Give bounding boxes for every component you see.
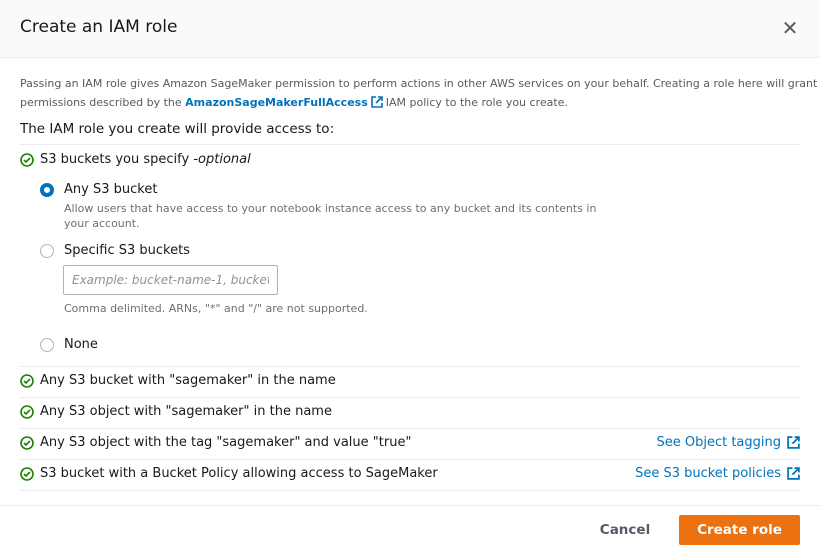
external-link-icon (787, 436, 800, 449)
radio-any-s3-bucket[interactable] (40, 183, 54, 197)
s3-specify-item: S3 buckets you specify - optional (20, 152, 251, 167)
cancel-button[interactable]: Cancel (588, 515, 662, 545)
external-link-icon (370, 96, 383, 108)
item-label: S3 buckets you specify - (40, 152, 199, 167)
description-line-1: Passing an IAM role gives Amazon SageMak… (20, 77, 818, 90)
access-item: Any S3 object with "sagemaker" in the na… (20, 404, 332, 419)
check-circle-icon (20, 152, 34, 167)
item-label: Any S3 object with "sagemaker" in the na… (40, 404, 332, 419)
access-item: Any S3 bucket with "sagemaker" in the na… (20, 373, 336, 388)
check-circle-icon (20, 435, 34, 450)
item-label: Any S3 bucket with "sagemaker" in the na… (40, 373, 336, 388)
provide-heading: The IAM role you create will provide acc… (20, 121, 335, 137)
bucket-policies-link[interactable]: See S3 bucket policies (635, 466, 800, 481)
access-item: Any S3 object with the tag "sagemaker" a… (20, 435, 411, 450)
divider (20, 397, 800, 398)
divider (20, 144, 800, 145)
item-label: Any S3 object with the tag "sagemaker" a… (40, 435, 412, 450)
description-text: IAM policy to the role you create. (385, 96, 568, 109)
radio-label: None (64, 337, 98, 352)
access-item: S3 bucket with a Bucket Policy allowing … (20, 466, 438, 481)
link-label[interactable]: See Object tagging (656, 435, 781, 450)
check-circle-icon (20, 466, 34, 481)
radio-label: Any S3 bucket (64, 182, 158, 197)
object-tagging-link[interactable]: See Object tagging (656, 435, 800, 450)
radio-none[interactable] (40, 338, 54, 352)
description-line-2: permissions described by the AmazonSageM… (20, 96, 568, 109)
link-label[interactable]: See S3 bucket policies (635, 466, 781, 481)
footer-divider (0, 505, 820, 506)
radio-help: Allow users that have access to your not… (64, 202, 597, 230)
check-circle-icon (20, 373, 34, 388)
bucket-names-input[interactable] (63, 265, 278, 295)
description-text: permissions described by the (20, 96, 186, 109)
check-circle-icon (20, 404, 34, 419)
divider (20, 459, 800, 460)
close-icon[interactable]: ✕ (780, 18, 800, 38)
dialog-title: Create an IAM role (20, 17, 178, 37)
divider (20, 366, 800, 367)
policy-link[interactable]: AmazonSageMakerFullAccess (185, 96, 368, 109)
create-role-button[interactable]: Create role (679, 515, 800, 545)
input-help: Comma delimited. ARNs, "*" and "/" are n… (64, 302, 368, 315)
optional-label: optional (198, 152, 251, 167)
external-link-icon (787, 467, 800, 480)
radio-specific-s3-buckets[interactable] (40, 244, 54, 258)
divider (20, 490, 800, 491)
item-label: S3 bucket with a Bucket Policy allowing … (40, 466, 438, 481)
radio-label: Specific S3 buckets (64, 243, 190, 258)
divider (20, 428, 800, 429)
